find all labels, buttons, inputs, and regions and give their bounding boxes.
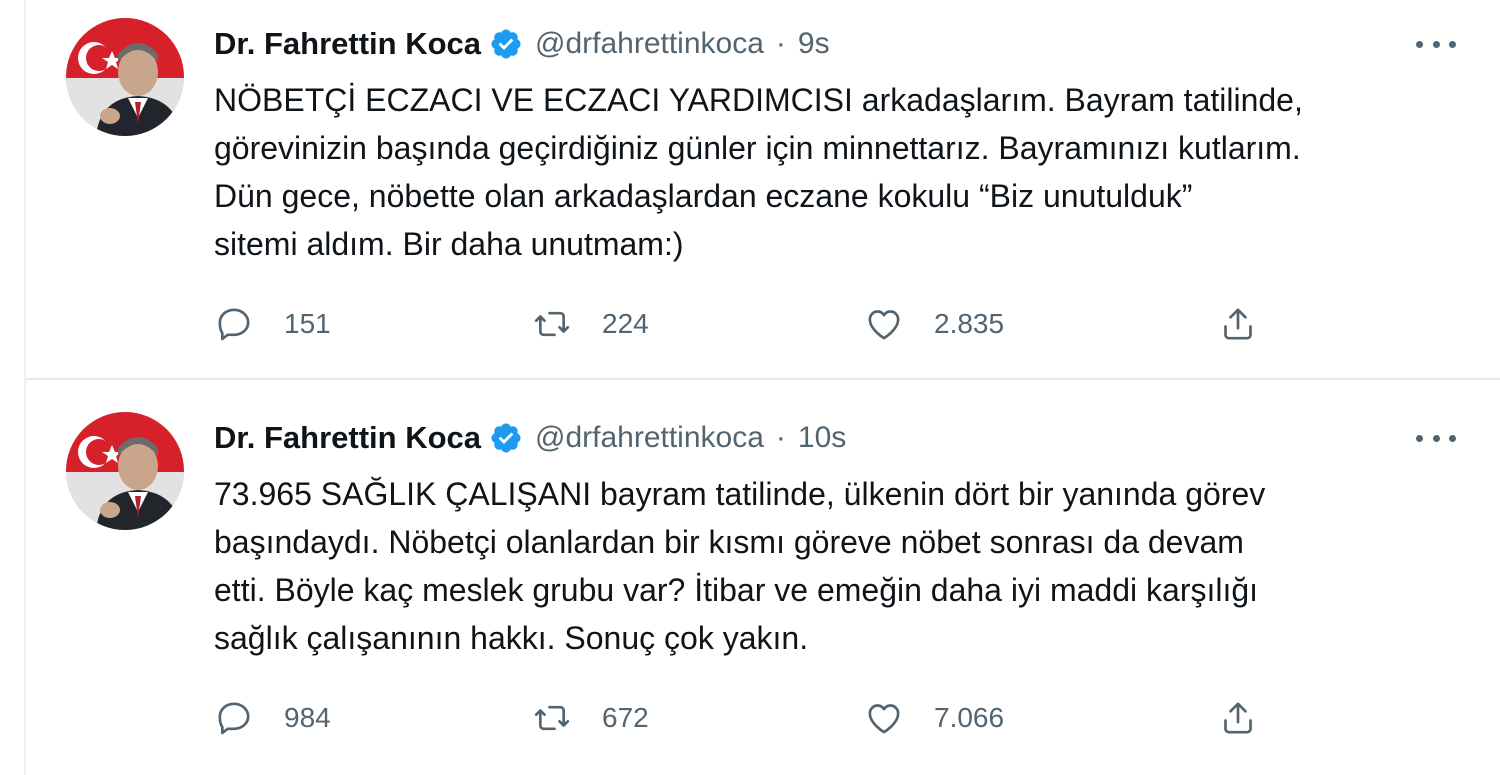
- tweet-actions: 151 224 2.835: [214, 302, 1294, 346]
- author-name[interactable]: Dr. Fahrettin Koca: [214, 26, 481, 62]
- like-button[interactable]: 2.835: [864, 302, 1004, 346]
- tweet-text-line: sağlık çalışanının hakkı. Sonuç çok yakı…: [214, 620, 809, 656]
- like-button[interactable]: 7.066: [864, 696, 1004, 740]
- tweet-timestamp[interactable]: 9s: [798, 27, 830, 61]
- heart-icon: [868, 310, 900, 340]
- more-dot: [1432, 434, 1440, 442]
- share-button[interactable]: [1218, 302, 1258, 346]
- avatar-image: [66, 412, 184, 530]
- tweet[interactable]: Dr. Fahrettin Koca @drfahrettinkoca · 10…: [26, 380, 1500, 775]
- retweet-count: 224: [602, 308, 649, 339]
- retweet-button[interactable]: 672: [532, 696, 649, 740]
- avatar[interactable]: [66, 18, 184, 136]
- tweet-timestamp[interactable]: 10s: [798, 421, 846, 455]
- retweet-arrows-icon: [534, 705, 570, 731]
- verified-badge-icon: [491, 29, 521, 59]
- author-name[interactable]: Dr. Fahrettin Koca: [214, 420, 481, 456]
- tweet-header: Dr. Fahrettin Koca @drfahrettinkoca · 9s: [214, 24, 830, 64]
- like-count: 2.835: [934, 308, 1005, 339]
- header-separator: ·: [775, 421, 786, 454]
- share-upload-icon: [1224, 702, 1252, 734]
- share-button[interactable]: [1218, 696, 1258, 740]
- tweet[interactable]: Dr. Fahrettin Koca @drfahrettinkoca · 9s…: [26, 0, 1500, 379]
- more-dot: [1449, 40, 1456, 48]
- avatar-image: [66, 18, 184, 136]
- reply-count: 984: [284, 702, 331, 733]
- reply-count: 151: [284, 308, 331, 339]
- retweet-button[interactable]: 224: [532, 302, 649, 346]
- tweet-text-line: 73.965 SAĞLIK ÇALIŞANI bayram tatilinde,…: [214, 476, 1266, 512]
- retweet-count: 672: [602, 702, 649, 733]
- more-dot: [1449, 434, 1456, 442]
- reply-button[interactable]: 151: [214, 302, 331, 346]
- tweet-text-line: başındaydı. Nöbetçi olanlardan bir kısmı…: [214, 524, 1244, 560]
- verified-badge-icon: [491, 423, 521, 453]
- more-dots-icon[interactable]: [1416, 32, 1456, 56]
- tweet-actions: 984 672 7.066: [214, 696, 1294, 740]
- author-handle[interactable]: @drfahrettinkoca: [535, 421, 764, 455]
- avatar[interactable]: [66, 412, 184, 530]
- author-handle[interactable]: @drfahrettinkoca: [535, 27, 764, 61]
- tweet-text-line: görevinizin başında geçirdiğiniz günler …: [214, 130, 1301, 166]
- more-dots-icon[interactable]: [1416, 426, 1456, 450]
- reply-bubble-icon: [218, 308, 250, 341]
- like-count: 7.066: [934, 702, 1005, 733]
- tweet-text-line: etti. Böyle kaç meslek grubu var? İtibar…: [214, 572, 1259, 608]
- more-dot: [1432, 40, 1440, 48]
- share-upload-icon: [1224, 308, 1252, 340]
- header-separator: ·: [775, 27, 786, 60]
- reply-button[interactable]: 984: [214, 696, 331, 740]
- tweet-text-line: sitemi aldım. Bir daha unutmam:): [214, 226, 684, 262]
- tweet-text: 73.965 SAĞLIK ÇALIŞANI bayram tatilinde,…: [214, 470, 1479, 662]
- tweet-text-line: Dün gece, nöbette olan arkadaşlardan ecz…: [214, 178, 1193, 214]
- tweet-header: Dr. Fahrettin Koca @drfahrettinkoca · 10…: [214, 418, 846, 458]
- reply-bubble-icon: [218, 702, 250, 735]
- heart-icon: [868, 704, 900, 734]
- tweet-text: NÖBETÇİ ECZACI VE ECZACI YARDIMCISI arka…: [214, 76, 1479, 268]
- tweet-text-line: NÖBETÇİ ECZACI VE ECZACI YARDIMCISI arka…: [214, 82, 1303, 118]
- more-dot: [1416, 434, 1423, 442]
- retweet-arrows-icon: [534, 311, 570, 337]
- more-dot: [1416, 40, 1423, 48]
